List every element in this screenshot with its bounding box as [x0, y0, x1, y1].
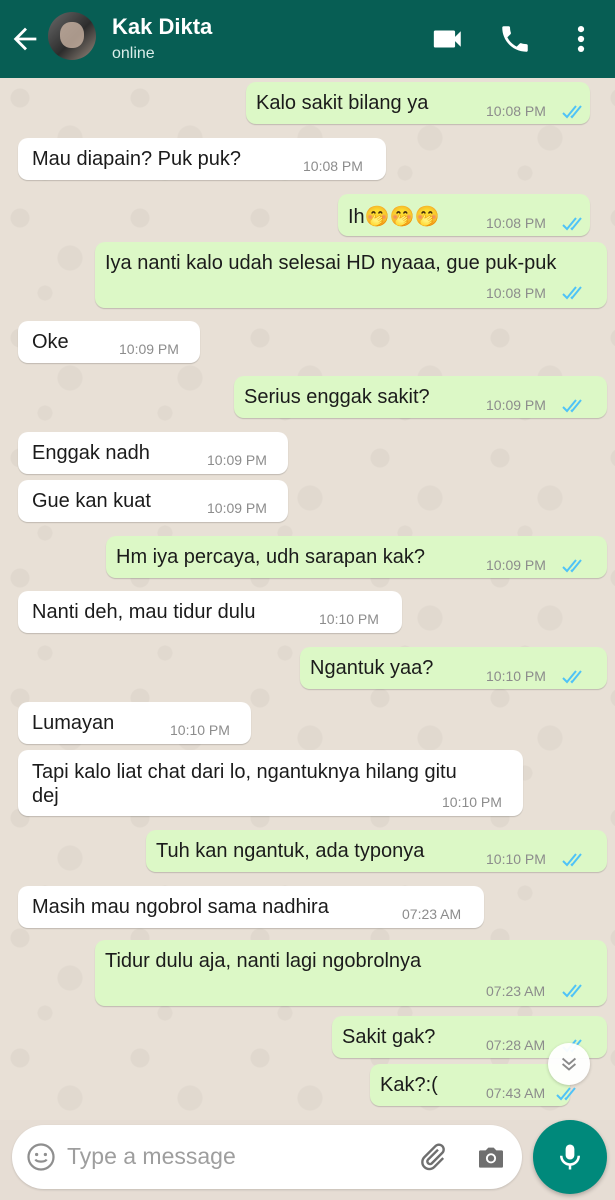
contact-status: online [112, 45, 155, 62]
message-incoming[interactable]: Enggak nadh 10:09 PM [18, 432, 288, 474]
double-check-icon [562, 105, 582, 119]
more-vert-icon[interactable] [564, 22, 598, 56]
message-time: 10:10 PM [170, 722, 230, 738]
message-text: Ngantuk yaa? [310, 657, 434, 679]
double-check-icon [562, 670, 582, 684]
microphone-icon [560, 1144, 580, 1170]
message-time: 10:08 PM [486, 285, 546, 301]
message-time: 10:10 PM [442, 794, 502, 810]
message-incoming[interactable]: Nanti deh, mau tidur dulu 10:10 PM [18, 591, 402, 633]
message-incoming[interactable]: Masih mau ngobrol sama nadhira 07:23 AM [18, 886, 484, 928]
message-text: Hm iya percaya, udh sarapan kak? [116, 546, 426, 568]
message-time: 10:08 PM [486, 103, 546, 119]
message-outgoing[interactable]: Tidur dulu aja, nanti lagi ngobrolnya 07… [95, 940, 607, 1006]
message-text: Tapi kalo liat chat dari lo, ngantuknya … [32, 761, 457, 807]
message-time: 10:09 PM [486, 397, 546, 413]
message-time: 10:10 PM [319, 611, 379, 627]
message-text: Iya nanti kalo udah selesai HD nyaaa, gu… [105, 252, 557, 274]
chat-area[interactable]: Kalo sakit bilang ya 10:08 PM Mau diapai… [0, 78, 615, 1120]
double-check-icon [562, 217, 582, 231]
message-time: 10:09 PM [119, 341, 179, 357]
double-check-icon [562, 399, 582, 413]
emoji-icon[interactable] [26, 1142, 56, 1172]
message-text: Gue kan kuat [32, 490, 151, 512]
message-text: Kak?:( [380, 1074, 438, 1096]
message-text: Masih mau ngobrol sama nadhira [32, 896, 329, 918]
message-time: 10:09 PM [207, 452, 267, 468]
chevron-double-down-icon [561, 1057, 577, 1071]
message-time: 10:10 PM [486, 851, 546, 867]
message-time: 10:09 PM [207, 500, 267, 516]
scroll-to-bottom-button[interactable] [548, 1043, 590, 1085]
avatar[interactable] [48, 12, 96, 60]
message-time: 07:23 AM [486, 983, 546, 999]
message-text: Serius enggak sakit? [244, 386, 430, 408]
double-check-icon [556, 1087, 576, 1101]
message-text: Lumayan [32, 712, 115, 734]
message-incoming[interactable]: Tapi kalo liat chat dari lo, ngantuknya … [18, 750, 523, 816]
message-input[interactable]: Type a message [67, 1143, 236, 1170]
message-text: Oke [32, 331, 69, 353]
message-text: Tidur dulu aja, nanti lagi ngobrolnya [105, 950, 422, 972]
double-check-icon [562, 559, 582, 573]
message-time: 10:09 PM [486, 557, 546, 573]
paperclip-icon[interactable] [416, 1141, 448, 1173]
message-time: 07:43 AM [486, 1085, 546, 1101]
message-composer[interactable]: Type a message [12, 1125, 522, 1189]
double-check-icon [562, 286, 582, 300]
message-time: 10:08 PM [303, 158, 363, 174]
message-time: 07:28 AM [486, 1037, 546, 1053]
message-outgoing[interactable]: Ngantuk yaa? 10:10 PM [300, 647, 607, 689]
message-outgoing[interactable]: Kalo sakit bilang ya 10:08 PM [246, 82, 590, 124]
double-check-icon [562, 853, 582, 867]
message-outgoing[interactable]: Kak?:( 07:43 AM [370, 1064, 576, 1106]
message-text: Sakit gak? [342, 1026, 436, 1048]
double-check-icon [562, 984, 582, 998]
message-outgoing[interactable]: Ih🤭🤭🤭 10:08 PM [338, 194, 590, 236]
message-text: Mau diapain? Puk puk? [32, 148, 242, 170]
message-incoming[interactable]: Oke 10:09 PM [18, 321, 200, 363]
message-incoming[interactable]: Mau diapain? Puk puk? 10:08 PM [18, 138, 386, 180]
contact-name[interactable]: Kak Dikta [112, 14, 212, 40]
message-incoming[interactable]: Lumayan 10:10 PM [18, 702, 251, 744]
message-text: Kalo sakit bilang ya [256, 92, 429, 114]
message-outgoing[interactable]: Iya nanti kalo udah selesai HD nyaaa, gu… [95, 242, 607, 308]
message-text: Nanti deh, mau tidur dulu [32, 601, 256, 623]
arrow-left-icon[interactable] [8, 22, 42, 56]
message-text: Tuh kan ngantuk, ada typonya [156, 840, 425, 862]
message-outgoing[interactable]: Tuh kan ngantuk, ada typonya 10:10 PM [146, 830, 607, 872]
chat-header: Kak Dikta online [0, 0, 615, 78]
message-outgoing[interactable]: Hm iya percaya, udh sarapan kak? 10:09 P… [106, 536, 607, 578]
mic-button[interactable] [533, 1120, 607, 1194]
message-text: Enggak nadh [32, 442, 150, 464]
message-incoming[interactable]: Gue kan kuat 10:09 PM [18, 480, 288, 522]
camera-icon[interactable] [474, 1141, 508, 1173]
video-call-icon[interactable] [431, 22, 465, 56]
message-outgoing[interactable]: Serius enggak sakit? 10:09 PM [234, 376, 607, 418]
message-text: Ih🤭🤭🤭 [348, 206, 440, 228]
message-time: 07:23 AM [402, 906, 462, 922]
message-time: 10:10 PM [486, 668, 546, 684]
phone-icon[interactable] [498, 22, 532, 56]
message-time: 10:08 PM [486, 215, 546, 231]
